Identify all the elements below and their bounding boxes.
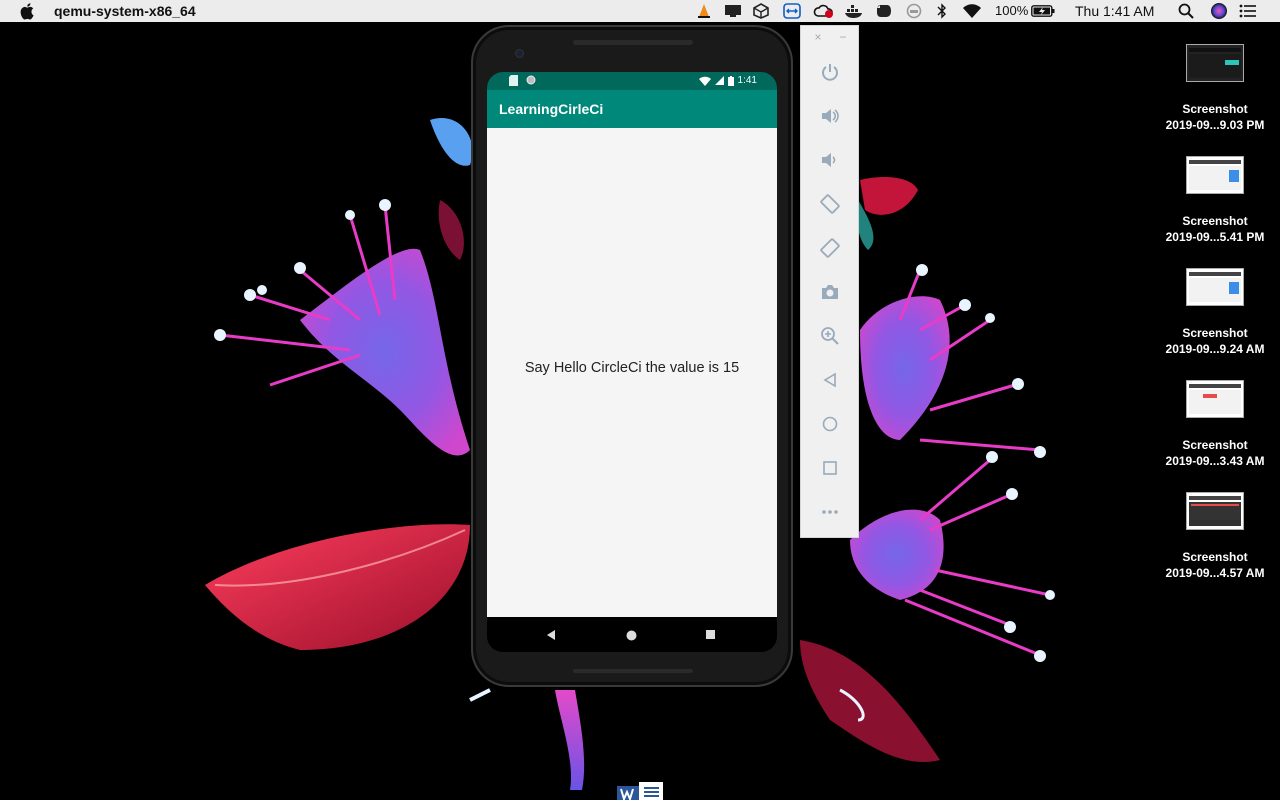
file-name: Screenshot — [1182, 214, 1248, 228]
desktop-file-screenshot-1[interactable]: Screenshot 2019-09...9.03 PM — [1150, 44, 1280, 144]
file-name: Screenshot — [1182, 438, 1248, 452]
file-thumbnail — [1186, 268, 1244, 306]
emulator-overview-button[interactable] — [818, 456, 842, 480]
hello-message: Say Hello CircleCi the value is 15 — [524, 360, 740, 376]
close-emulator-button[interactable]: × — [811, 30, 825, 44]
desktop-file-screenshot-5[interactable]: Screenshot 2019-09...4.57 AM — [1150, 492, 1280, 592]
file-detail: 2019-09...4.57 AM — [1165, 566, 1265, 580]
file-thumbnail — [1186, 492, 1244, 530]
vlc-icon[interactable] — [695, 3, 713, 19]
front-camera — [515, 49, 524, 58]
zoom-icon — [821, 327, 839, 345]
bottom-speaker — [573, 669, 693, 673]
home-icon — [822, 416, 838, 432]
desktop-file-screenshot-4[interactable]: Screenshot 2019-09...3.43 AM — [1150, 380, 1280, 480]
mac-menubar: qemu-system-x86_64 100% Thu 1:41 AM — [0, 0, 1280, 22]
battery-icon[interactable] — [1030, 3, 1056, 19]
volume-up-icon — [822, 109, 839, 123]
box-icon[interactable] — [752, 3, 770, 19]
emulator-toolbar: × − — [800, 25, 859, 538]
rotate-right-icon — [820, 238, 840, 258]
file-detail: 2019-09...5.41 PM — [1165, 230, 1265, 244]
android-emulator-device: 1:41 LearningCirleCi Say Hello CircleCi … — [471, 25, 793, 687]
power-button[interactable] — [818, 60, 842, 84]
rotate-left-icon — [820, 194, 840, 214]
more-icon — [822, 510, 838, 514]
wifi-icon[interactable] — [961, 3, 983, 19]
file-thumbnail — [1186, 380, 1244, 418]
earpiece-speaker — [573, 40, 693, 45]
emulator-home-button[interactable] — [818, 412, 842, 436]
bluetooth-icon[interactable] — [934, 3, 950, 19]
battery-percentage[interactable]: 100% — [995, 3, 1028, 18]
volume-down-icon — [822, 153, 836, 167]
teamviewer-icon[interactable] — [782, 3, 802, 19]
desktop: qemu-system-x86_64 100% Thu 1:41 AM 1:41… — [0, 0, 1280, 800]
siri-icon[interactable] — [1209, 3, 1229, 19]
file-detail: 2019-09...9.24 AM — [1165, 342, 1265, 356]
android-clock: 1:41 — [737, 75, 757, 86]
back-icon — [547, 630, 555, 640]
word-dock-icon[interactable] — [617, 782, 663, 800]
app-toolbar: LearningCirleCi — [487, 90, 777, 128]
notification-dot-icon — [526, 75, 536, 85]
app-title: LearningCirleCi — [499, 101, 604, 117]
android-statusbar: 1:41 — [487, 72, 777, 90]
screenshot-button[interactable] — [818, 280, 842, 304]
screen-icon[interactable] — [723, 3, 743, 19]
desktop-file-screenshot-2[interactable]: Screenshot 2019-09...5.41 PM — [1150, 156, 1280, 256]
volume-down-button[interactable] — [818, 148, 842, 172]
file-name: Screenshot — [1182, 102, 1248, 116]
device-screen[interactable]: 1:41 LearningCirleCi Say Hello CircleCi … — [487, 72, 777, 652]
volume-up-button[interactable] — [818, 104, 842, 128]
home-icon — [626, 630, 636, 640]
search-icon[interactable] — [1177, 3, 1195, 19]
home-button[interactable] — [624, 628, 638, 642]
file-thumbnail — [1186, 156, 1244, 194]
emulator-back-button[interactable] — [818, 368, 842, 392]
zoom-button[interactable] — [818, 324, 842, 348]
desktop-file-screenshot-3[interactable]: Screenshot 2019-09...9.24 AM — [1150, 268, 1280, 368]
file-detail: 2019-09...3.43 AM — [1165, 454, 1265, 468]
file-name: Screenshot — [1182, 550, 1248, 564]
menu-icon[interactable] — [1238, 3, 1258, 19]
active-app-name[interactable]: qemu-system-x86_64 — [54, 3, 196, 19]
evernote-icon[interactable] — [873, 3, 895, 19]
overview-button[interactable] — [704, 628, 718, 642]
file-detail: 2019-09...9.03 PM — [1165, 118, 1265, 132]
overview-icon — [823, 461, 837, 475]
apple-menu-icon[interactable] — [20, 2, 36, 20]
menubar-clock[interactable]: Thu 1:41 AM — [1075, 3, 1154, 19]
file-thumbnail — [1186, 44, 1244, 82]
camera-icon — [822, 285, 838, 299]
more-options-button[interactable] — [818, 500, 842, 524]
helmet-icon[interactable] — [904, 3, 924, 19]
minimize-emulator-button[interactable]: − — [836, 30, 850, 44]
sd-card-icon — [509, 75, 518, 86]
signal-icon — [714, 76, 724, 85]
back-icon — [823, 372, 836, 388]
android-navbar — [487, 617, 777, 652]
rotate-left-button[interactable] — [818, 192, 842, 216]
wifi-icon — [698, 76, 711, 86]
creative-cloud-icon[interactable] — [812, 3, 836, 19]
file-name: Screenshot — [1182, 326, 1248, 340]
back-button[interactable] — [544, 628, 558, 642]
app-content: Say Hello CircleCi the value is 15 — [487, 128, 777, 617]
battery-icon — [727, 75, 734, 86]
overview-icon — [706, 630, 715, 639]
docker-icon[interactable] — [843, 3, 865, 19]
power-icon — [822, 64, 838, 81]
rotate-right-button[interactable] — [818, 236, 842, 260]
